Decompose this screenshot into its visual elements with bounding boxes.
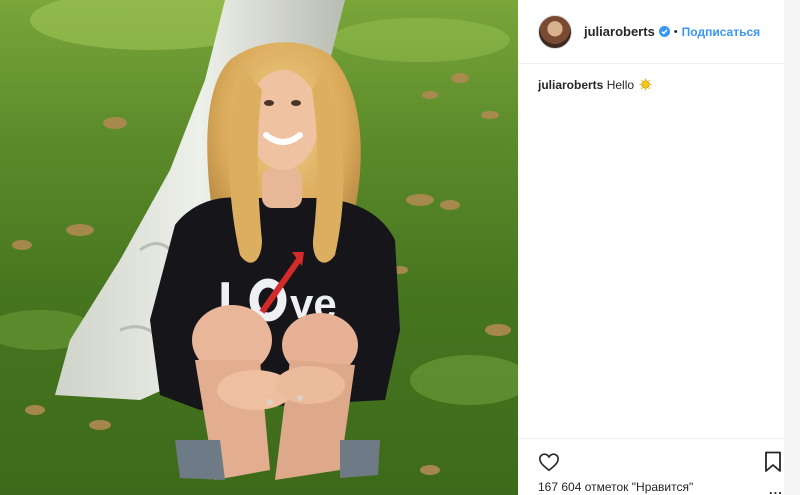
username-link[interactable]: juliaroberts xyxy=(584,24,655,39)
likes-count[interactable]: 167 604 отметок "Нравится" xyxy=(538,480,693,494)
scrollbar[interactable] xyxy=(784,0,800,495)
bookmark-icon[interactable] xyxy=(764,451,782,473)
post-caption: juliaroberts Hello xyxy=(538,77,784,93)
caption-text: Hello xyxy=(606,78,635,92)
caption-username-link[interactable]: juliaroberts xyxy=(538,78,603,92)
heart-icon[interactable] xyxy=(538,451,560,473)
post-photo[interactable]: L ve xyxy=(0,0,518,495)
verified-badge-icon xyxy=(658,26,670,37)
post-actions: 167 604 отметок "Нравится" ... xyxy=(518,438,784,495)
sun-emoji-icon xyxy=(639,78,652,91)
post-header: juliaroberts • Подписаться xyxy=(518,0,784,64)
more-options-button[interactable]: ... xyxy=(769,482,783,495)
avatar[interactable] xyxy=(538,14,572,49)
photo-illustration: L ve xyxy=(0,0,518,495)
post-side-panel: juliaroberts • Подписаться juliaroberts … xyxy=(518,0,800,495)
follow-button[interactable]: Подписаться xyxy=(682,25,760,39)
separator-dot: • xyxy=(673,25,678,38)
